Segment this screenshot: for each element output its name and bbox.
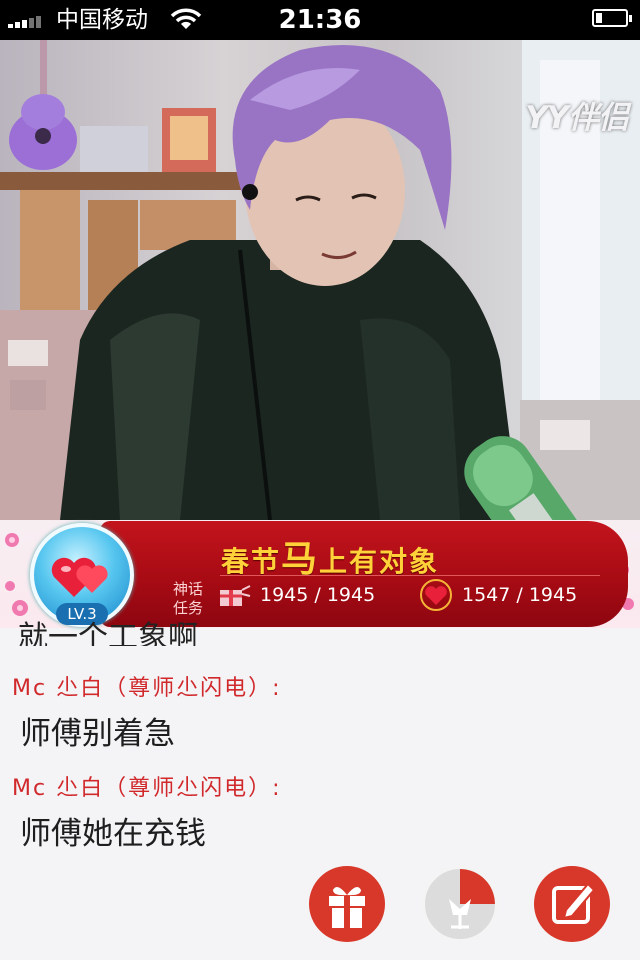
gift-box-icon <box>220 585 251 606</box>
chat-message: 师傅她在充钱 <box>20 816 206 852</box>
chat-message: 师傅别着急 <box>20 716 175 752</box>
battery-icon <box>592 9 632 27</box>
gift-button[interactable] <box>309 866 385 942</box>
flower-button[interactable] <box>422 866 498 942</box>
task-counter-2: 1547 / 1945 <box>462 584 578 606</box>
edit-button[interactable] <box>534 866 610 942</box>
status-bar: 中国移动 21:36 <box>0 0 640 40</box>
task-tag-line1: 神话 <box>172 580 203 598</box>
live-video[interactable]: YY伴侣 <box>0 40 640 520</box>
chat-sender: Mc 尐白（尊师尐闪电）: <box>12 676 282 701</box>
edit-icon <box>552 882 596 924</box>
chat-partial-message: 就一个工象啊 <box>18 620 198 646</box>
status-time: 21:36 <box>278 5 362 35</box>
video-watermark: YY伴侣 <box>525 100 629 136</box>
banner-title-pre: 春节 <box>220 545 281 578</box>
task-counter-1: 1945 / 1945 <box>260 584 376 606</box>
heart-badge-icon <box>420 579 452 611</box>
banner-title-highlight: 马 <box>280 539 319 580</box>
flower-icon <box>449 869 495 929</box>
gift-icon <box>329 886 365 928</box>
banner-title-post: 上有对象 <box>319 545 440 578</box>
chat-sender: Mc 尐白（尊师尐闪电）: <box>12 776 282 801</box>
